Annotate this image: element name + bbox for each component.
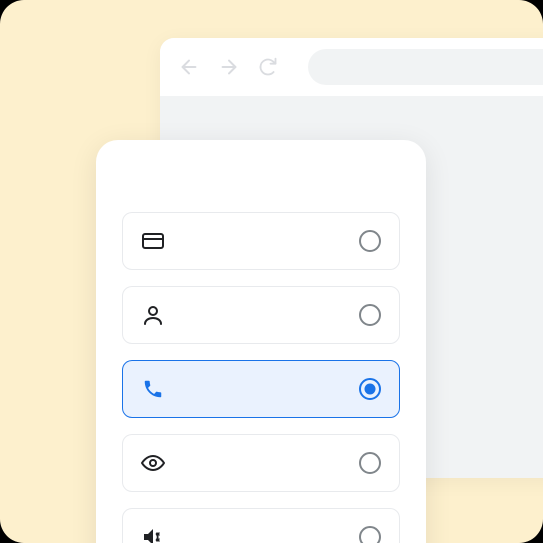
option-phone[interactable] xyxy=(122,360,400,418)
person-icon xyxy=(141,303,165,327)
reload-icon[interactable] xyxy=(258,57,278,77)
option-person[interactable] xyxy=(122,286,400,344)
radio-checked[interactable] xyxy=(359,378,381,400)
option-volume[interactable] xyxy=(122,508,400,543)
browser-toolbar xyxy=(160,38,543,96)
radio-unchecked[interactable] xyxy=(359,230,381,252)
canvas-background xyxy=(0,0,543,543)
nav-controls xyxy=(178,56,278,78)
phone-icon xyxy=(141,377,165,401)
volume-icon xyxy=(141,525,165,543)
eye-icon xyxy=(141,451,165,475)
credit-card-icon xyxy=(141,229,165,253)
radio-unchecked[interactable] xyxy=(359,526,381,543)
address-bar[interactable] xyxy=(308,49,543,85)
radio-unchecked[interactable] xyxy=(359,304,381,326)
option-credit-card[interactable] xyxy=(122,212,400,270)
option-eye[interactable] xyxy=(122,434,400,492)
back-icon[interactable] xyxy=(178,56,200,78)
radio-unchecked[interactable] xyxy=(359,452,381,474)
forward-icon[interactable] xyxy=(218,56,240,78)
options-card xyxy=(96,140,426,543)
